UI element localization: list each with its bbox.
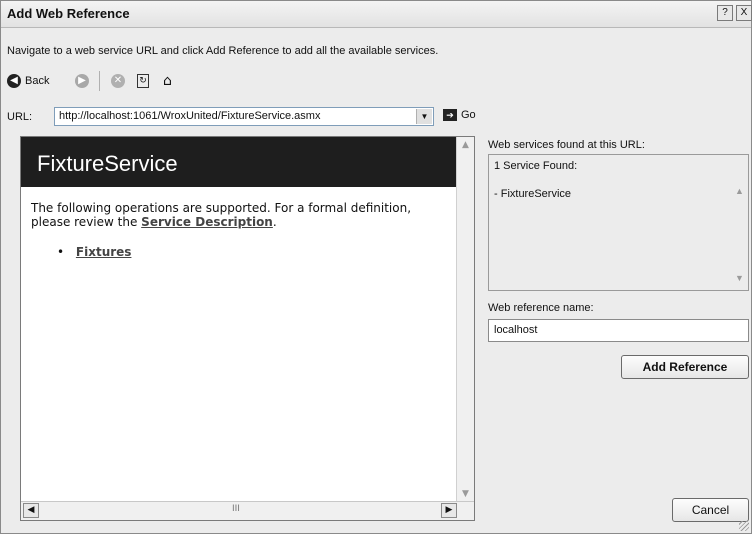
url-label: URL: bbox=[7, 111, 33, 123]
horizontal-scrollbar[interactable]: ◀ III ▶ bbox=[21, 501, 474, 520]
scroll-up-icon[interactable]: ▲ bbox=[732, 184, 747, 199]
service-description-link[interactable]: Service Description bbox=[141, 215, 273, 229]
bullet-icon: • bbox=[57, 245, 65, 259]
scroll-left-icon[interactable]: ◀ bbox=[23, 503, 39, 518]
operation-list-item: • Fixtures bbox=[57, 245, 131, 259]
back-label: Back bbox=[25, 75, 50, 87]
scroll-down-icon[interactable]: ▼ bbox=[458, 487, 473, 502]
cancel-button[interactable]: Cancel bbox=[672, 498, 749, 522]
services-found-list[interactable]: 1 Service Found: - FixtureService ▲ ▼ bbox=[488, 154, 749, 291]
back-button[interactable]: ◀ Back bbox=[7, 71, 49, 91]
add-reference-button[interactable]: Add Reference bbox=[621, 355, 749, 379]
resize-grip-icon[interactable] bbox=[739, 521, 749, 531]
add-web-reference-dialog: Add Web Reference ? X Navigate to a web … bbox=[0, 0, 752, 534]
close-button[interactable]: X bbox=[736, 5, 752, 21]
go-label: Go bbox=[461, 109, 476, 121]
chevron-down-icon[interactable]: ▼ bbox=[416, 109, 432, 124]
scroll-thumb-grip[interactable]: III bbox=[232, 504, 240, 514]
fixtures-link[interactable]: Fixtures bbox=[76, 245, 132, 259]
refresh-button[interactable]: ↻ bbox=[137, 71, 149, 91]
refresh-icon: ↻ bbox=[137, 74, 149, 88]
services-found-label: Web services found at this URL: bbox=[488, 139, 645, 151]
instructions-text: Navigate to a web service URL and click … bbox=[7, 45, 439, 57]
service-list-item: - FixtureService bbox=[494, 188, 572, 200]
help-button[interactable]: ? bbox=[717, 5, 733, 21]
toolbar-separator bbox=[99, 71, 100, 91]
ops-text-end: . bbox=[272, 215, 277, 229]
services-scrollbar[interactable]: ▲ ▼ bbox=[731, 155, 748, 290]
service-banner: FixtureService bbox=[21, 137, 458, 187]
vertical-scrollbar[interactable]: ▲ ▼ bbox=[456, 137, 474, 503]
operations-description: The following operations are supported. … bbox=[31, 201, 451, 229]
home-icon: ⌂ bbox=[163, 73, 172, 89]
browser-pane[interactable]: FixtureService The following operations … bbox=[20, 136, 475, 521]
go-arrow-icon: ➔ bbox=[443, 109, 457, 121]
dialog-title: Add Web Reference bbox=[7, 6, 130, 21]
url-value: http://localhost:1061/WroxUnited/Fixture… bbox=[59, 110, 321, 122]
service-count-text: 1 Service Found: bbox=[494, 160, 578, 172]
url-combobox[interactable]: http://localhost:1061/WroxUnited/Fixture… bbox=[54, 107, 434, 126]
stop-button[interactable]: ✕ bbox=[111, 71, 125, 91]
web-reference-name-input[interactable]: localhost bbox=[488, 319, 749, 342]
stop-icon: ✕ bbox=[111, 74, 125, 88]
scroll-down-icon[interactable]: ▼ bbox=[732, 271, 747, 286]
scroll-right-icon[interactable]: ▶ bbox=[441, 503, 457, 518]
go-button[interactable]: ➔ Go bbox=[443, 109, 476, 121]
web-reference-name-label: Web reference name: bbox=[488, 302, 594, 314]
forward-arrow-icon: ▶ bbox=[75, 74, 89, 88]
service-title: FixtureService bbox=[37, 151, 178, 176]
title-bar: Add Web Reference ? X bbox=[1, 1, 752, 28]
back-arrow-icon: ◀ bbox=[7, 74, 21, 88]
scroll-up-icon[interactable]: ▲ bbox=[458, 138, 473, 153]
forward-button[interactable]: ▶ bbox=[75, 71, 89, 91]
home-button[interactable]: ⌂ bbox=[163, 71, 172, 91]
